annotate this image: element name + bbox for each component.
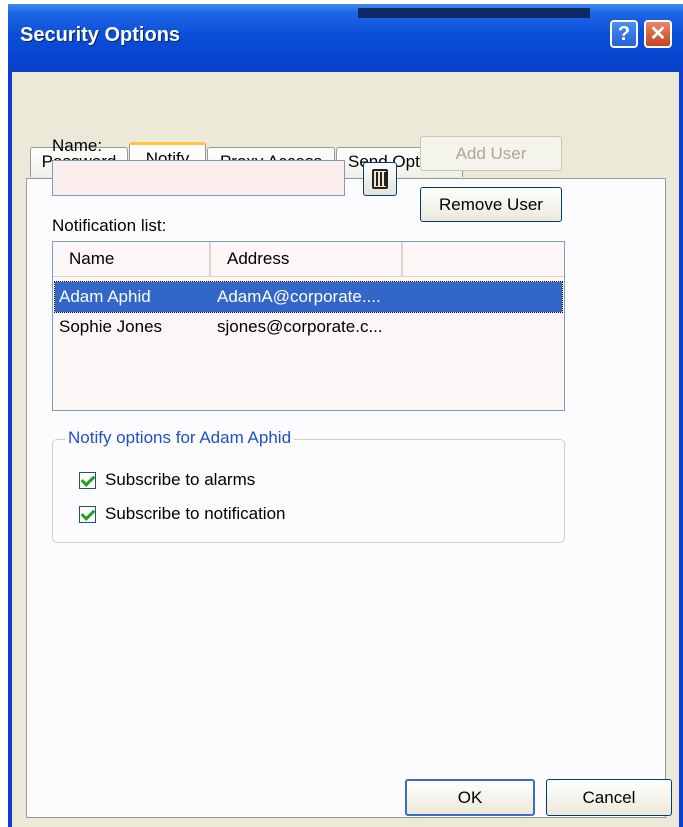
notify-options-group (52, 439, 565, 543)
address-book-icon (372, 169, 388, 189)
list-item-address: sjones@corporate.c... (217, 317, 383, 336)
security-options-window: Security Options ? ✕ Password Notify Pro… (8, 4, 683, 827)
close-icon: ✕ (649, 23, 667, 45)
list-item[interactable]: Sophie Jones sjones@corporate.c... (55, 312, 562, 342)
column-header-name[interactable]: Name (53, 242, 211, 276)
list-item-address: AdamA@corporate.... (217, 287, 381, 306)
help-icon: ? (617, 23, 631, 45)
window-title: Security Options (20, 24, 181, 46)
notify-options-group-label: Notify options for Adam Aphid (65, 428, 295, 448)
subscribe-notification-checkbox[interactable] (79, 506, 96, 523)
add-user-button[interactable]: Add User (420, 136, 562, 171)
name-label: Name: (52, 136, 103, 155)
title-bar-accent (358, 8, 590, 18)
subscribe-alarms-label[interactable]: Subscribe to alarms (105, 470, 255, 490)
checkmark-icon (80, 472, 96, 487)
remove-user-button[interactable]: Remove User (420, 187, 562, 222)
list-header: Name Address (53, 242, 564, 277)
ok-button[interactable]: OK (405, 779, 535, 816)
help-button[interactable]: ? (610, 20, 638, 48)
cancel-button[interactable]: Cancel (546, 779, 672, 816)
list-item[interactable]: Adam Aphid AdamA@corporate.... (54, 281, 563, 313)
list-item-name: Adam Aphid (59, 287, 151, 306)
notification-list-label: Notification list: (52, 216, 167, 235)
name-input[interactable] (52, 160, 345, 196)
list-item-name: Sophie Jones (59, 317, 163, 336)
subscribe-alarms-checkbox[interactable] (79, 472, 96, 489)
subscribe-notification-label[interactable]: Subscribe to notification (105, 504, 286, 524)
address-book-button[interactable] (363, 162, 397, 196)
checkmark-icon (80, 506, 96, 521)
column-header-address[interactable]: Address (211, 242, 403, 276)
notification-list[interactable]: Name Address Adam Aphid AdamA@corporate.… (52, 241, 565, 411)
title-bar[interactable]: Security Options ? ✕ (8, 4, 683, 72)
close-button[interactable]: ✕ (644, 20, 672, 48)
